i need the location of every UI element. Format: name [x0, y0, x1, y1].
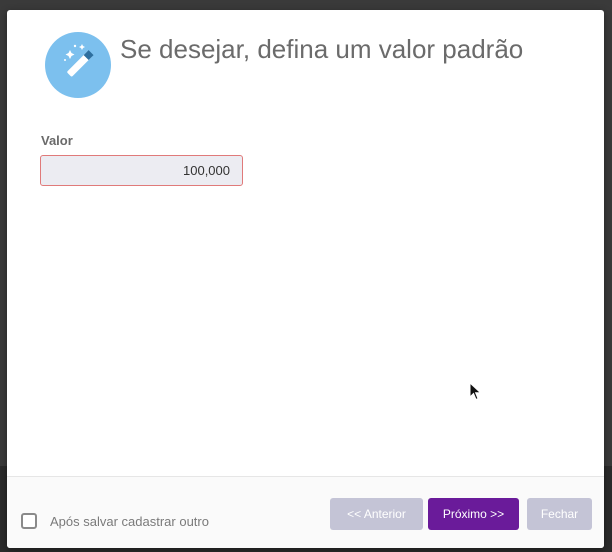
dialog-footer: Após salvar cadastrar outro << Anterior … — [7, 476, 604, 548]
wizard-dialog: Se desejar, defina um valor padrão Valor… — [7, 10, 604, 548]
dialog-title: Se desejar, defina um valor padrão — [120, 34, 524, 64]
next-button[interactable]: Próximo >> — [428, 498, 519, 530]
previous-button[interactable]: << Anterior — [330, 498, 423, 530]
value-label: Valor — [41, 133, 73, 148]
value-input[interactable] — [40, 155, 243, 186]
magic-wand-icon — [45, 32, 111, 98]
save-and-new-label[interactable]: Após salvar cadastrar outro — [50, 514, 209, 529]
close-button[interactable]: Fechar — [527, 498, 592, 530]
mouse-pointer-icon — [469, 381, 483, 407]
save-and-new-checkbox[interactable] — [21, 513, 37, 529]
